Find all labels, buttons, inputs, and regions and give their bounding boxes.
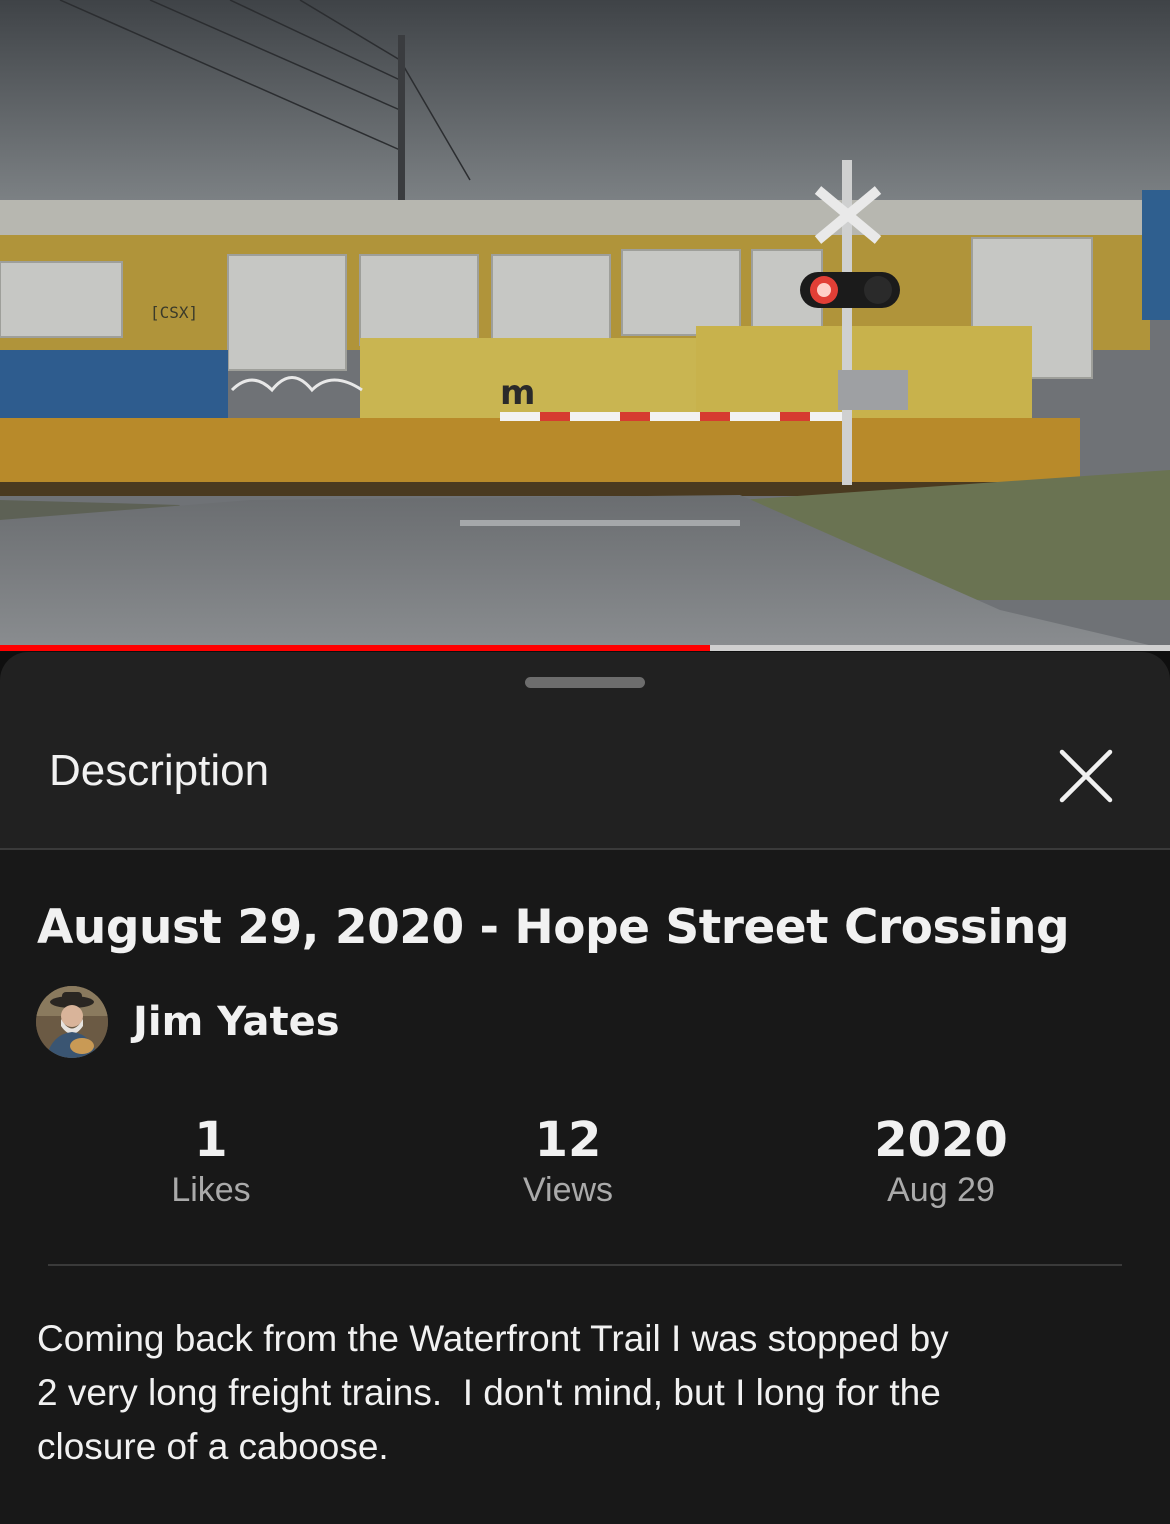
stat-value: 1 (194, 1112, 228, 1168)
stat-likes: 1 Likes (61, 1112, 361, 1212)
description-sheet: Description August 29, 2020 - Hope Stree… (0, 652, 1170, 1524)
stat-label: Likes (171, 1171, 251, 1209)
close-icon (1059, 749, 1113, 803)
channel-avatar-image (36, 986, 108, 1058)
video-frame-image: [CSX] m (0, 0, 1170, 650)
description-text: Coming back from the Waterfront Trail I … (37, 1318, 949, 1467)
channel-name[interactable]: Jim Yates (133, 999, 340, 1045)
stat-date: 2020 Aug 29 (791, 1112, 1091, 1212)
sheet-header: Description (0, 732, 1170, 848)
video-title: August 29, 2020 - Hope Street Crossing (37, 900, 1070, 955)
stat-label: Aug 29 (887, 1171, 995, 1209)
progress-bar[interactable] (0, 645, 1170, 651)
channel-row[interactable]: Jim Yates (36, 986, 340, 1058)
stat-label: Views (522, 1171, 614, 1209)
stat-value: 2020 (874, 1112, 1008, 1168)
sheet-title: Description (49, 746, 270, 795)
avatar[interactable] (36, 986, 108, 1058)
svg-text:[CSX]: [CSX] (150, 303, 198, 322)
stat-views: 12 Views (418, 1112, 718, 1212)
stat-value: 12 (534, 1112, 602, 1168)
progress-bar-fill (0, 645, 711, 651)
close-button[interactable] (1046, 740, 1126, 816)
description-content: August 29, 2020 - Hope Street Crossing J… (0, 850, 1170, 1524)
stats-divider (48, 1264, 1122, 1266)
drag-handle[interactable] (525, 677, 645, 688)
video-player[interactable]: [CSX] m (0, 0, 1170, 650)
svg-text:m: m (500, 373, 535, 413)
